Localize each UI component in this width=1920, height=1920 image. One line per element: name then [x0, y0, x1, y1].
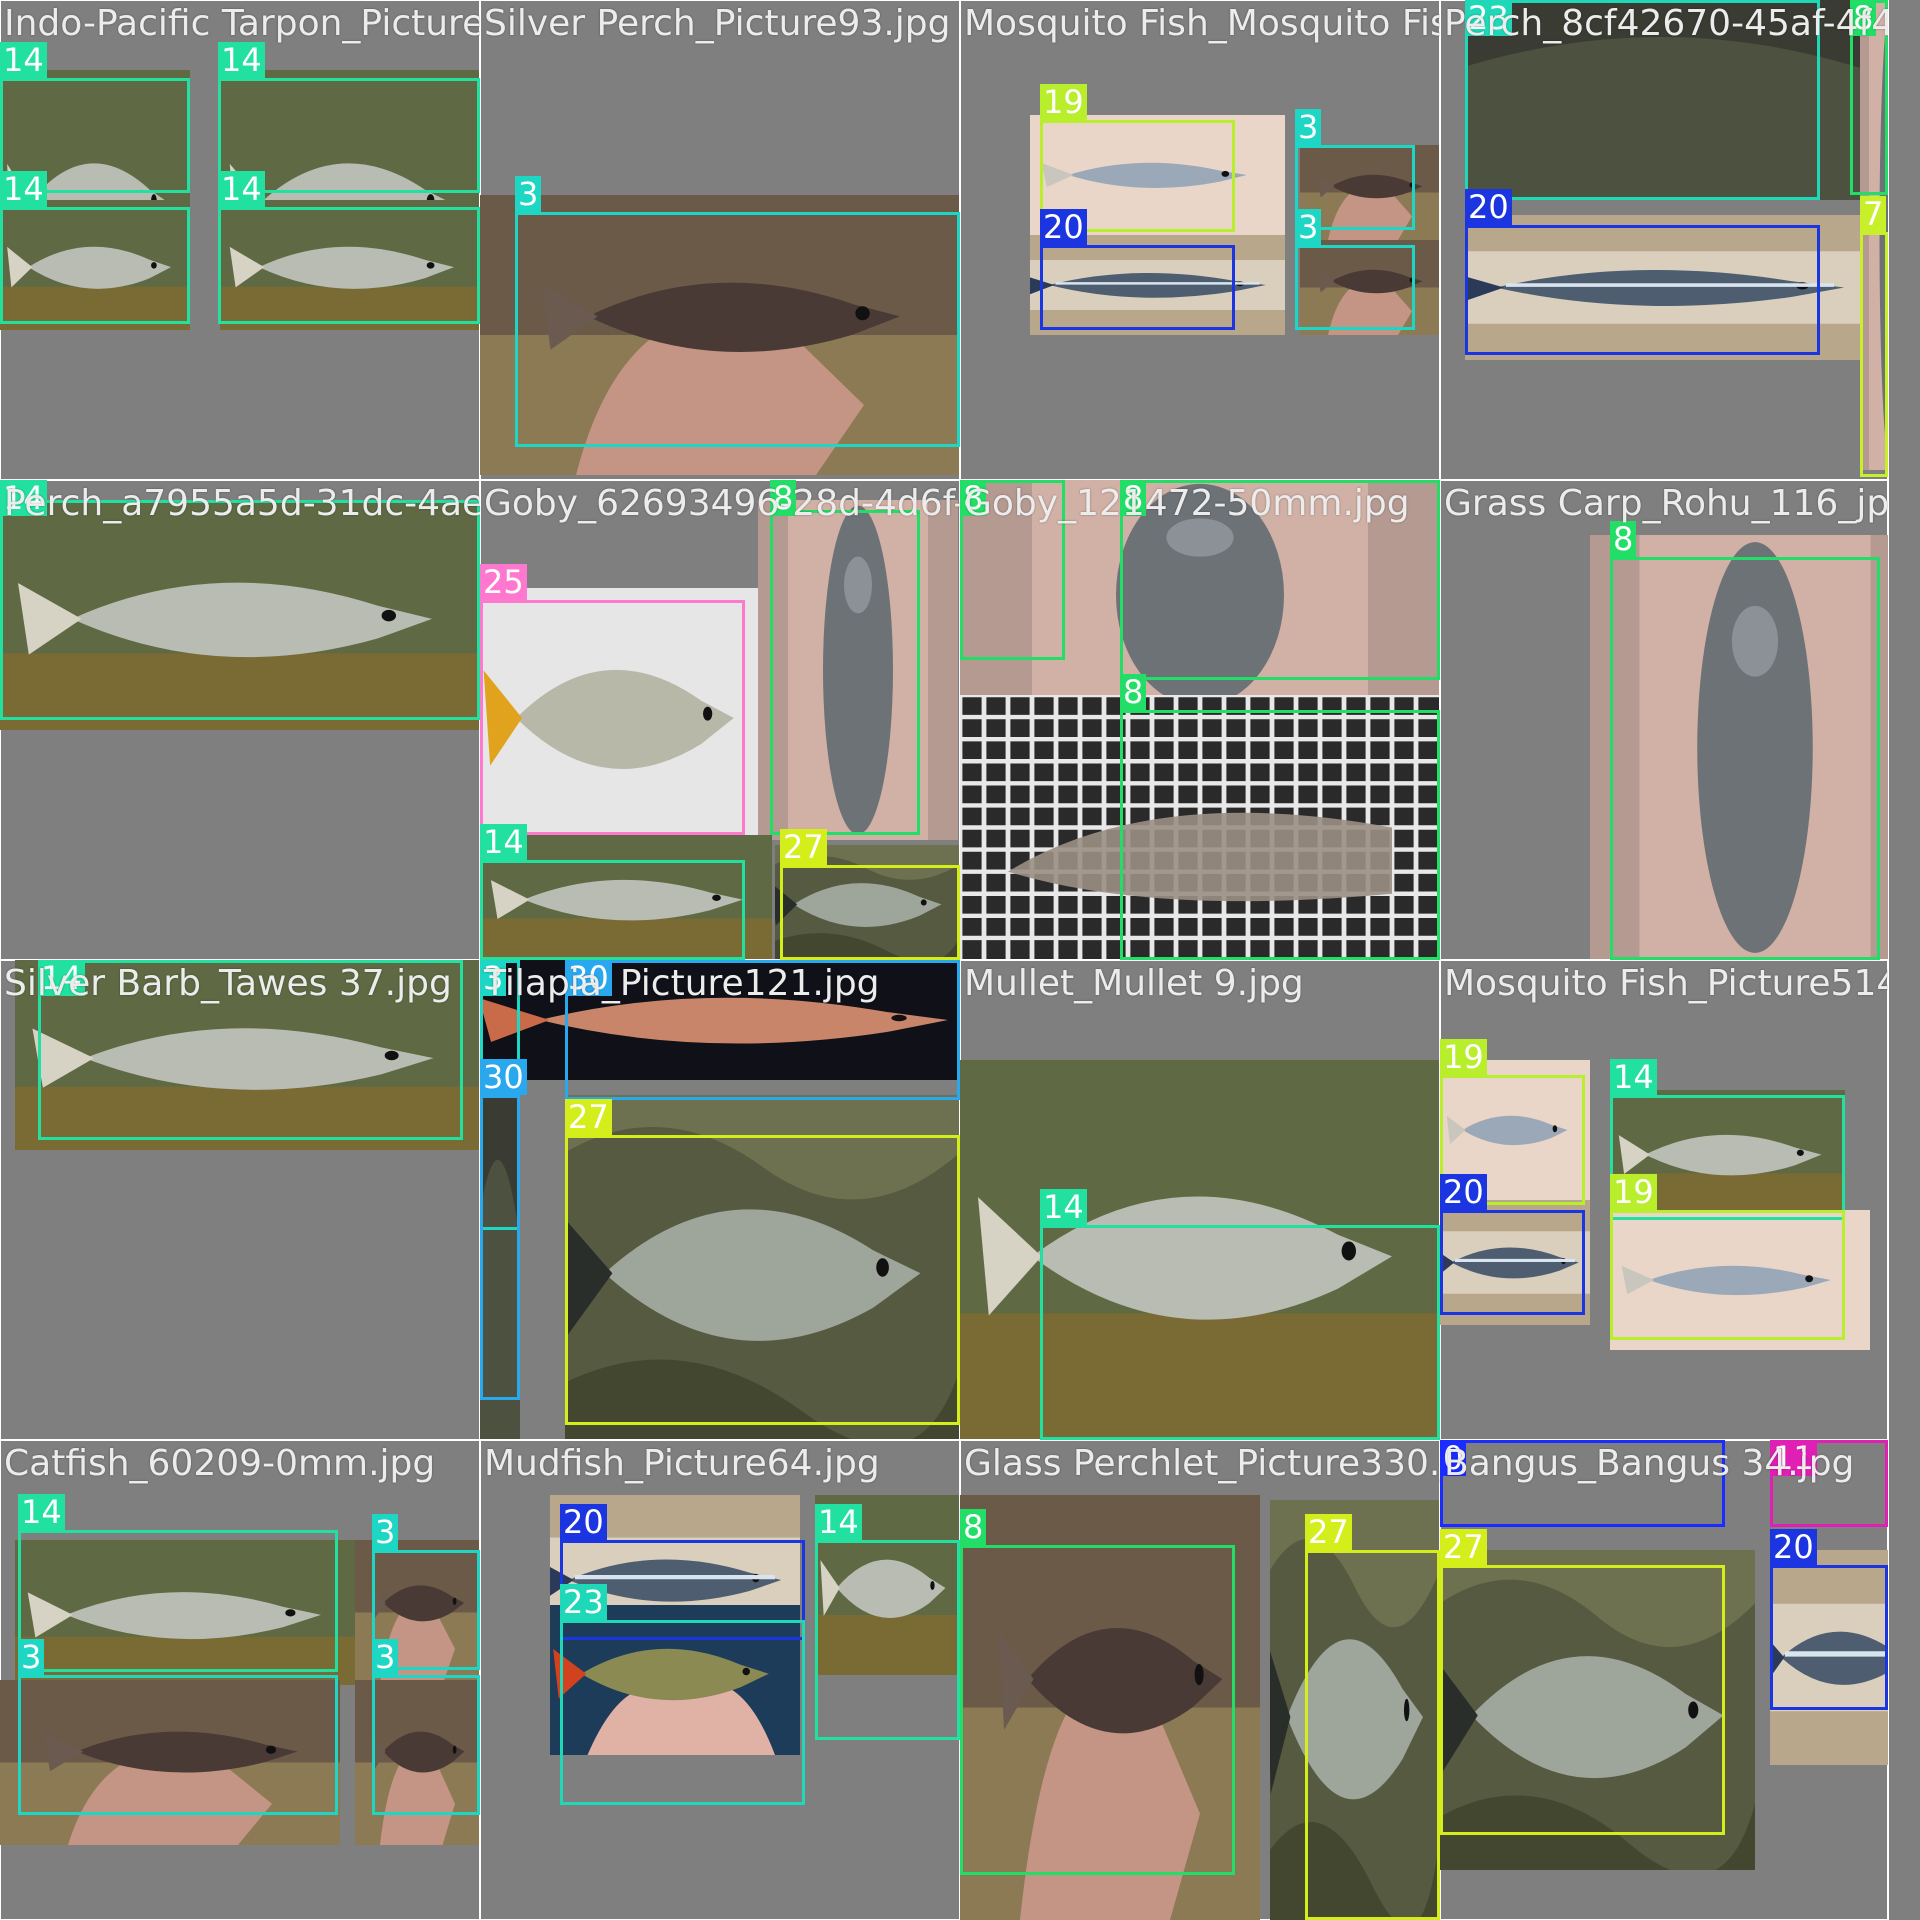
class-id-label: 3: [515, 176, 542, 212]
detection-box: [1770, 1565, 1888, 1710]
tile-filename: Grass Carp_Rohu_116_jpg.: [1444, 483, 1888, 524]
mosaic-tile: Goby_62693496-28d-4d6f-98732581427: [479, 479, 961, 961]
class-id-label: 19: [1610, 1174, 1657, 1210]
class-id-label: 14: [218, 42, 265, 78]
mosaic-tile: Glass Perchlet_Picture330.jpg 8 27: [959, 1439, 1441, 1920]
detection-box: [770, 510, 920, 835]
detection-box: [1440, 1210, 1585, 1315]
mosaic-tile: Indo-Pacific Tarpon_Picture1303.jpg14141…: [0, 0, 481, 481]
class-id-label: 14: [18, 1494, 65, 1530]
detection-mosaic: Indo-Pacific Tarpon_Picture1303.jpg14141…: [0, 0, 1920, 1920]
class-id-label: 25: [480, 564, 527, 600]
class-id-label: 8: [1120, 674, 1147, 710]
tile-filename: Indo-Pacific Tarpon_Picture1303.jpg: [4, 3, 480, 44]
tile-filename: Mosquito Fish_Mosquito Fish 2.jpg: [964, 3, 1440, 44]
tile-filename: Bangus_Bangus 34.jpg: [1444, 1443, 1855, 1484]
mosaic-tile: Tilapia_Picture121.jpg 30 27 3 30: [479, 959, 961, 1441]
class-id-label: 20: [1040, 209, 1087, 245]
detection-box: [565, 1135, 960, 1425]
class-id-label: 14: [1040, 1189, 1087, 1225]
detection-box: [560, 1620, 805, 1805]
class-id-label: 20: [560, 1504, 607, 1540]
tile-filename: Silver Perch_Picture93.jpg: [484, 3, 951, 44]
class-id-label: 19: [1040, 84, 1087, 120]
detection-box: [0, 207, 190, 324]
detection-box: [372, 1675, 480, 1815]
tile-filename: Perch_a7955a5d-31dc-4ae4-: [4, 483, 480, 524]
tile-filename: Goby_121472-50mm.jpg: [964, 483, 1410, 524]
class-id-label: 7: [1860, 196, 1887, 232]
mosaic-tile: Bangus_Bangus 34.jpg 0 11 27 20: [1439, 1439, 1889, 1920]
detection-box: [515, 212, 960, 447]
mosaic-tile: Silver Perch_Picture93.jpg 3: [479, 0, 961, 481]
detection-box: [780, 865, 960, 960]
tile-filename: Silver Barb_Tawes 37.jpg: [4, 963, 452, 1004]
mosaic-tile: Mullet_Mullet 9.jpg 14: [959, 959, 1441, 1441]
class-id-label: 27: [1440, 1529, 1487, 1565]
detection-box: [1465, 225, 1820, 355]
detection-box: [18, 1530, 338, 1672]
tile-filename: Goby_62693496-28d-4d6f-9873: [484, 483, 960, 524]
class-id-label: 14: [0, 171, 47, 207]
class-id-label: 23: [560, 1584, 607, 1620]
detection-box: [1295, 245, 1415, 330]
class-id-label: 14: [480, 824, 527, 860]
tile-filename: Glass Perchlet_Picture330.jpg: [964, 1443, 1440, 1484]
class-id-label: 3: [372, 1639, 399, 1675]
class-id-label: 19: [1440, 1039, 1487, 1075]
detection-box: [1610, 1210, 1845, 1340]
detection-box: [960, 1545, 1235, 1875]
mosaic-tile: Perch_8cf42670-45af-4f4d- 23 20 8 7: [1439, 0, 1889, 481]
class-id-label: 3: [1295, 109, 1322, 145]
class-id-label: 20: [1465, 189, 1512, 225]
detection-box: [1440, 1565, 1725, 1835]
detection-box: [1610, 557, 1880, 960]
detection-box: [218, 207, 480, 324]
tile-filename: Perch_8cf42670-45af-4f4d-: [1444, 3, 1888, 44]
mosaic-tile: Perch_a7955a5d-31dc-4ae4- 14: [0, 479, 481, 961]
detection-box: [1040, 1225, 1440, 1440]
tile-filename: Mudfish_Picture64.jpg: [484, 1443, 880, 1484]
detection-box: [480, 1095, 520, 1400]
class-id-label: 14: [815, 1504, 862, 1540]
class-id-label: 8: [1610, 521, 1637, 557]
class-id-label: 3: [1295, 209, 1322, 245]
mosaic-tile: Grass Carp_Rohu_116_jpg. 8: [1439, 479, 1889, 961]
detection-box: [1305, 1550, 1440, 1920]
mosaic-tile: Goby_121472-50mm.jpg 8 8 8: [959, 479, 1441, 961]
class-id-label: 3: [18, 1639, 45, 1675]
mosaic-tile: Silver Barb_Tawes 37.jpg 14: [0, 959, 481, 1441]
class-id-label: 30: [480, 1059, 527, 1095]
mosaic-tile: Catfish_60209-0mm.jpg 14 3 3 3: [0, 1439, 481, 1920]
tile-filename: Mosquito Fish_Picture514.jpg: [1444, 963, 1888, 1004]
detection-box: [815, 1540, 960, 1740]
class-id-label: 3: [372, 1514, 399, 1550]
class-id-label: 27: [565, 1099, 612, 1135]
class-id-label: 27: [780, 829, 827, 865]
tile-filename: Tilapia_Picture121.jpg: [484, 963, 880, 1004]
tile-filename: Catfish_60209-0mm.jpg: [4, 1443, 436, 1484]
detection-box: [1860, 232, 1888, 477]
class-id-label: 20: [1770, 1529, 1817, 1565]
class-id-label: 14: [218, 171, 265, 207]
detection-box: [18, 1675, 338, 1815]
class-id-label: 8: [960, 1509, 987, 1545]
tile-filename: Mullet_Mullet 9.jpg: [964, 963, 1304, 1004]
mosaic-tile: Mosquito Fish_Picture514.jpg 19 14 20 19: [1439, 959, 1889, 1441]
detection-box: [1040, 245, 1235, 330]
class-id-label: 27: [1305, 1514, 1352, 1550]
detection-box: [480, 860, 745, 960]
detection-box: [1120, 710, 1440, 960]
class-id-label: 14: [0, 42, 47, 78]
detection-box: [0, 500, 480, 720]
detection-box: [480, 600, 745, 835]
class-id-label: 14: [1610, 1059, 1657, 1095]
class-id-label: 20: [1440, 1174, 1487, 1210]
mosaic-tile: Mosquito Fish_Mosquito Fish 2.jpg 19 20 3 3: [959, 0, 1441, 481]
mosaic-tile: Mudfish_Picture64.jpg 20 23 14: [479, 1439, 961, 1920]
